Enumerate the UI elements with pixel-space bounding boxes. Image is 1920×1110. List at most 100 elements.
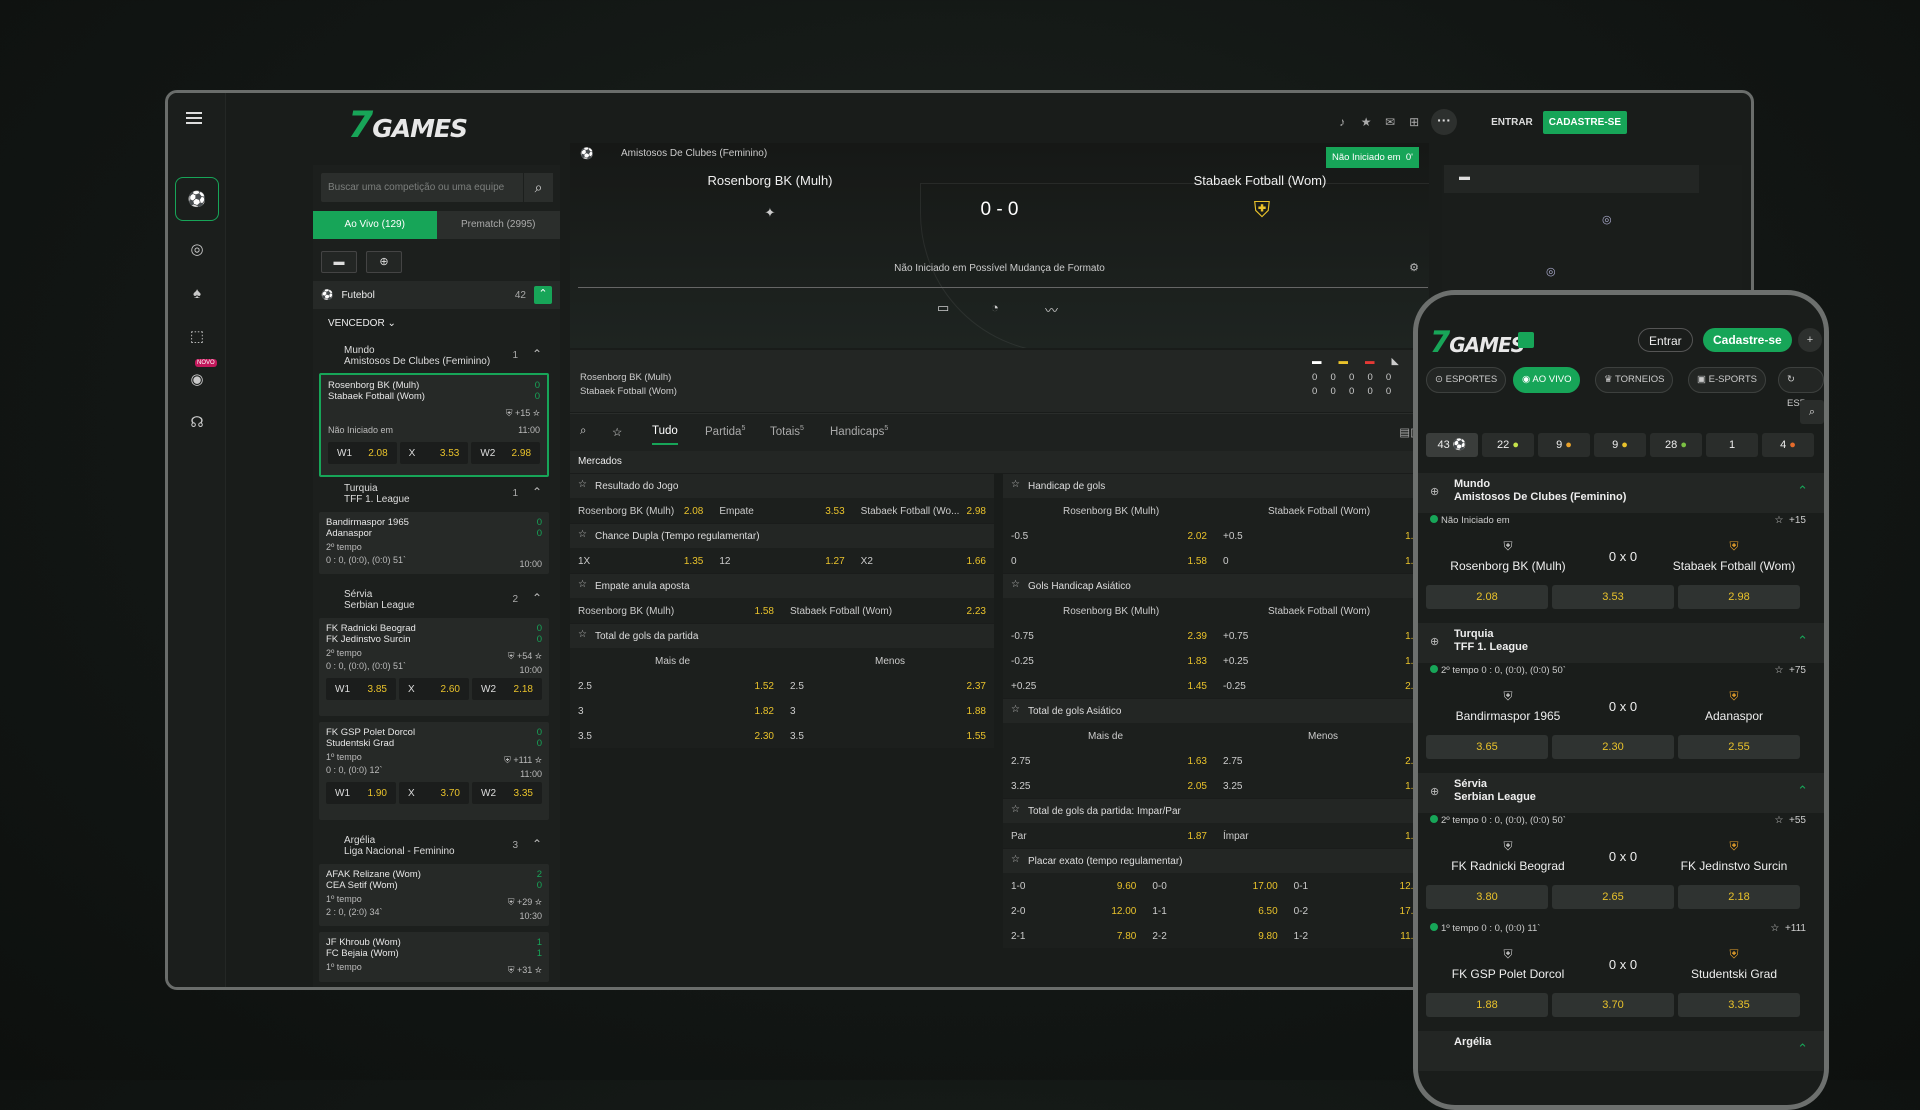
phone-login-button[interactable]: Entrar xyxy=(1638,328,1693,352)
outcome-label[interactable]: 2.75 xyxy=(1223,756,1242,767)
support-icon[interactable]: ☊ xyxy=(186,411,208,433)
search-icon[interactable]: ⌕ xyxy=(580,425,586,438)
outcome-label[interactable]: 1-0 xyxy=(1011,881,1025,892)
outcome-label[interactable]: +0.25 xyxy=(1223,656,1248,667)
outcome-label[interactable]: Ímpar xyxy=(1223,831,1249,842)
outcome-label[interactable]: 1-1 xyxy=(1152,906,1166,917)
phone-league-header[interactable]: ⊕ Turquia TFF 1. League ⌃ xyxy=(1418,623,1824,663)
live-icon[interactable]: ◎ xyxy=(186,238,208,260)
odds-value[interactable]: 1.58 xyxy=(1188,556,1207,567)
outcome-label[interactable]: 3.25 xyxy=(1011,781,1030,792)
outcome-label[interactable]: 3.5 xyxy=(578,731,592,742)
outcome-label[interactable]: Stabaek Fotball (Wom) xyxy=(790,606,892,617)
tab-handicaps[interactable]: Handicaps5 xyxy=(830,425,888,438)
outcome-label[interactable]: 0-2 xyxy=(1294,906,1308,917)
outcome-label[interactable]: +0.75 xyxy=(1223,631,1248,642)
chip-table-tennis[interactable]: 28 ● xyxy=(1650,433,1702,457)
outcome-label[interactable]: Stabaek Fotball (Wo... xyxy=(861,506,960,517)
chip-volleyball[interactable]: 9 ● xyxy=(1594,433,1646,457)
odds-button[interactable]: 2.18 xyxy=(1678,885,1800,909)
phone-more-markets[interactable]: ☆ +15 xyxy=(1775,515,1807,526)
odds-value[interactable]: 1.27 xyxy=(825,556,844,567)
menu-icon[interactable] xyxy=(186,112,202,124)
market-select[interactable]: VENCEDOR ⌄ xyxy=(328,318,396,329)
odds-value[interactable]: 2.30 xyxy=(755,731,774,742)
phone-signup-button[interactable]: Cadastre-se xyxy=(1703,328,1792,352)
outcome-label[interactable]: 2-2 xyxy=(1152,931,1166,942)
market-title[interactable]: Resultado do Jogo xyxy=(570,473,994,498)
chart-icon[interactable]: 〰 xyxy=(1045,300,1058,319)
odds-value[interactable]: 1.87 xyxy=(1188,831,1207,842)
odds-button[interactable]: 2.55 xyxy=(1678,735,1800,759)
chip-football[interactable]: 43 ⚽ xyxy=(1426,433,1478,457)
odds-value[interactable]: 1.88 xyxy=(967,706,986,717)
bell-icon[interactable]: ♪ xyxy=(1335,115,1349,129)
settings-icon[interactable]: ⚙ xyxy=(1409,261,1419,274)
outcome-label[interactable]: 1-2 xyxy=(1294,931,1308,942)
phone-league-header[interactable]: ⊕ Mundo Amistosos De Clubes (Feminino) ⌃ xyxy=(1418,473,1824,513)
star-icon[interactable]: ☆ xyxy=(612,425,622,439)
gift-icon[interactable]: ⬚ xyxy=(186,325,208,347)
odds-button[interactable]: 3.53 xyxy=(1552,585,1674,609)
gamepad-icon[interactable]: ⊞ xyxy=(1407,115,1421,129)
phone-more-markets[interactable]: ☆ +55 xyxy=(1775,815,1807,826)
odds-button[interactable]: 2.08 xyxy=(1426,585,1548,609)
odds-value[interactable]: 2.08 xyxy=(684,506,703,517)
odds-value[interactable]: 2.05 xyxy=(1188,781,1207,792)
outcome-label[interactable]: -0.25 xyxy=(1011,656,1034,667)
league-header[interactable]: Mundo Amistosos De Clubes (Feminino) 1 ⌃ xyxy=(313,345,550,372)
market-title[interactable]: Total de gols da partida xyxy=(570,623,994,648)
odds-value[interactable]: 1.52 xyxy=(755,681,774,692)
video-icon[interactable]: ▬ xyxy=(1459,171,1470,183)
chip-other[interactable]: 4 ● xyxy=(1762,433,1814,457)
outcome-label[interactable]: -0.25 xyxy=(1223,681,1246,692)
odds-button[interactable]: 1.88 xyxy=(1426,993,1548,1017)
odds-button[interactable]: 3.70 xyxy=(1552,993,1674,1017)
outcome-label[interactable]: 2-1 xyxy=(1011,931,1025,942)
pill-live[interactable]: ◉ AO VIVO xyxy=(1513,367,1581,393)
odds-value[interactable]: 3.53 xyxy=(825,506,844,517)
odds-value[interactable]: 1.66 xyxy=(967,556,986,567)
outcome-label[interactable]: -0.5 xyxy=(1011,531,1028,542)
league-header[interactable]: Turquia TFF 1. League 1 ⌃ xyxy=(313,483,550,510)
tab-prematch[interactable]: Prematch (2995) xyxy=(436,211,560,239)
outcome-label[interactable]: 0 xyxy=(1223,556,1229,567)
match-card[interactable]: FK GSP Polet Dorcol Studentski Grad 00 1º… xyxy=(319,722,549,820)
match-card[interactable]: Rosenborg BK (Mulh) Stabaek Fotball (Wom)… xyxy=(319,373,549,477)
promo-icon[interactable]: ◉ xyxy=(186,368,208,390)
odds-value[interactable]: 1.83 xyxy=(1188,656,1207,667)
odds-value[interactable]: 2.23 xyxy=(967,606,986,617)
market-title[interactable]: Placar exato (tempo regulamentar) xyxy=(1003,848,1427,873)
odds-value[interactable]: 9.80 xyxy=(1258,931,1277,942)
market-title[interactable]: Total de gols Asiático xyxy=(1003,698,1427,723)
odds-value[interactable]: 1.82 xyxy=(755,706,774,717)
soccer-icon[interactable]: ⚽ xyxy=(186,188,208,210)
odds-value[interactable]: 2.37 xyxy=(967,681,986,692)
odds-value[interactable]: 2.39 xyxy=(1188,631,1207,642)
outcome-label[interactable]: 3 xyxy=(578,706,584,717)
league-header[interactable]: Argélia Liga Nacional - Feminino 3 ⌃ xyxy=(313,835,550,862)
tab-live[interactable]: Ao Vivo (129) xyxy=(313,211,437,239)
phone-league-header[interactable]: ⊕ Sérvia Serbian League ⌃ xyxy=(1418,773,1824,813)
odds-value[interactable]: 12.00 xyxy=(1111,906,1136,917)
outcome-label[interactable]: X2 xyxy=(861,556,873,567)
match-card[interactable]: FK Radnicki Beograd FK Jedinstvo Surcin 0… xyxy=(319,618,549,716)
mail-icon[interactable]: ✉ xyxy=(1383,115,1397,129)
tab-match[interactable]: Partida5 xyxy=(705,425,745,438)
video-filter-icon[interactable]: ▬ xyxy=(321,251,357,273)
outcome-label[interactable]: Empate xyxy=(719,506,753,517)
market-title[interactable]: Chance Dupla (Tempo regulamentar) xyxy=(570,523,994,548)
search-icon[interactable]: ⌕ xyxy=(1800,400,1824,424)
odds-value[interactable]: 2.98 xyxy=(967,506,986,517)
globe-filter-icon[interactable]: ⊕ xyxy=(366,251,402,273)
outcome-label[interactable]: 3.25 xyxy=(1223,781,1242,792)
match-card[interactable]: JF Khroub (Wom) FC Bejaia (Wom) 11 1º tem… xyxy=(319,932,549,982)
odds-button[interactable]: 2.30 xyxy=(1552,735,1674,759)
logo[interactable]: 7GAMES xyxy=(1430,325,1525,359)
outcome-label[interactable]: 2-0 xyxy=(1011,906,1025,917)
chip-basketball[interactable]: 9 ● xyxy=(1538,433,1590,457)
collapse-icon[interactable]: ⌃ xyxy=(534,286,552,304)
outcome-label[interactable]: 0-0 xyxy=(1152,881,1166,892)
outcome-label[interactable]: Rosenborg BK (Mulh) xyxy=(578,606,674,617)
tab-totals[interactable]: Totais5 xyxy=(770,425,804,438)
